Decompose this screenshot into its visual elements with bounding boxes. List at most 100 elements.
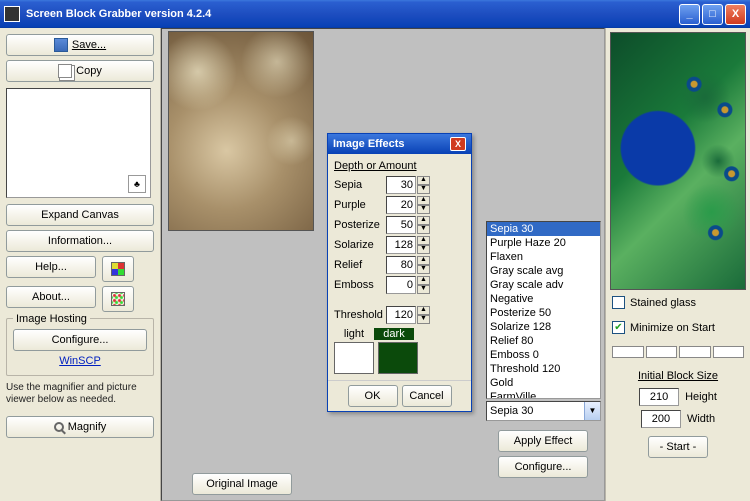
dark-swatch[interactable] (378, 342, 418, 374)
original-image-button[interactable]: Original Image (192, 473, 292, 495)
hosting-legend: Image Hosting (13, 313, 90, 325)
save-button[interactable]: Save... (6, 34, 154, 56)
spin-down[interactable]: ▼ (417, 245, 430, 254)
threshold-input[interactable] (386, 306, 416, 324)
information-button[interactable]: Information... (6, 230, 154, 252)
ok-button[interactable]: OK (348, 385, 398, 407)
effects-listbox[interactable]: Sepia 30Purple Haze 20FlaxenGray scale a… (486, 221, 601, 399)
effect-label: Emboss (334, 279, 386, 291)
list-item[interactable]: FarmVille (487, 390, 600, 399)
winscp-link[interactable]: WinSCP (13, 355, 147, 367)
expand-canvas-button[interactable]: Expand Canvas (6, 204, 154, 226)
spin-down[interactable]: ▼ (417, 205, 430, 214)
spin-up[interactable]: ▲ (417, 196, 430, 205)
preview-handle[interactable]: ♣ (128, 175, 146, 193)
help-button[interactable]: Help... (6, 256, 96, 278)
effect-value-input[interactable] (386, 216, 416, 234)
depth-heading: Depth or Amount (334, 160, 465, 172)
effect-value-input[interactable] (386, 196, 416, 214)
block-size-title: Initial Block Size (610, 370, 746, 382)
sample-image (610, 32, 746, 290)
dark-label: dark (374, 328, 414, 340)
cancel-button[interactable]: Cancel (402, 385, 452, 407)
hosting-configure-button[interactable]: Configure... (13, 329, 147, 351)
list-item[interactable]: Solarize 128 (487, 320, 600, 334)
spin-up[interactable]: ▲ (417, 216, 430, 225)
dialog-close-button[interactable]: X (450, 137, 466, 151)
spin-down[interactable]: ▼ (417, 265, 430, 274)
app-icon (4, 6, 20, 22)
spin-down[interactable]: ▼ (417, 225, 430, 234)
spin-up[interactable]: ▲ (417, 306, 430, 315)
image-effects-dialog: Image Effects X Depth or Amount Sepia▲▼P… (327, 133, 472, 412)
width-label: Width (687, 413, 715, 425)
height-input[interactable] (639, 388, 679, 406)
spin-up[interactable]: ▲ (417, 176, 430, 185)
list-item[interactable]: Gold (487, 376, 600, 390)
spin-up[interactable]: ▲ (417, 276, 430, 285)
working-image (168, 31, 314, 231)
effect-value-input[interactable] (386, 176, 416, 194)
color-palette[interactable] (612, 346, 744, 358)
list-item[interactable]: Threshold 120 (487, 362, 600, 376)
window-title: Screen Block Grabber version 4.2.4 (26, 8, 211, 20)
about-button[interactable]: About... (6, 286, 96, 308)
dialog-titlebar[interactable]: Image Effects X (328, 134, 471, 154)
effect-value-input[interactable] (386, 256, 416, 274)
magnify-icon (54, 422, 64, 432)
effects-configure-button[interactable]: Configure... (498, 456, 588, 478)
effect-value-input[interactable] (386, 276, 416, 294)
stained-glass-checkbox[interactable]: Stained glass (612, 296, 744, 309)
start-button[interactable]: - Start - (648, 436, 708, 458)
height-label: Height (685, 391, 717, 403)
hint-text: Use the magnifier and picture viewer bel… (6, 382, 154, 406)
width-input[interactable] (641, 410, 681, 428)
effects-combo[interactable]: Sepia 30▼ (486, 401, 601, 421)
light-label: light (334, 328, 374, 340)
list-item[interactable]: Negative (487, 292, 600, 306)
close-window-button[interactable]: X (725, 4, 746, 25)
effect-label: Posterize (334, 219, 386, 231)
grid-icon (111, 262, 125, 276)
effect-label: Relief (334, 259, 386, 271)
window-titlebar: Screen Block Grabber version 4.2.4 _ □ X (0, 0, 750, 28)
light-swatch[interactable] (334, 342, 374, 374)
left-panel: Save... Copy ♣ Expand Canvas Information… (0, 28, 161, 501)
spin-up[interactable]: ▲ (417, 256, 430, 265)
checkbox-icon: ✔ (612, 321, 625, 334)
effect-label: Sepia (334, 179, 386, 191)
minimize-on-start-checkbox[interactable]: ✔Minimize on Start (612, 321, 744, 334)
minimize-window-button[interactable]: _ (679, 4, 700, 25)
list-item[interactable]: Sepia 30 (487, 222, 600, 236)
maximize-window-button[interactable]: □ (702, 4, 723, 25)
list-item[interactable]: Posterize 50 (487, 306, 600, 320)
apply-effect-button[interactable]: Apply Effect (498, 430, 588, 452)
list-item[interactable]: Flaxen (487, 250, 600, 264)
spin-down[interactable]: ▼ (417, 315, 430, 324)
copy-label: Copy (76, 65, 102, 77)
list-item[interactable]: Purple Haze 20 (487, 236, 600, 250)
canvas-area: Original Image Image Effects X Depth or … (161, 28, 605, 501)
effect-label: Solarize (334, 239, 386, 251)
dialog-title: Image Effects (333, 138, 405, 150)
grid-tool-button[interactable] (102, 256, 134, 282)
spin-down[interactable]: ▼ (417, 285, 430, 294)
list-item[interactable]: Emboss 0 (487, 348, 600, 362)
list-item[interactable]: Gray scale adv (487, 278, 600, 292)
effect-label: Purple (334, 199, 386, 211)
copy-button[interactable]: Copy (6, 60, 154, 82)
list-item[interactable]: Gray scale avg (487, 264, 600, 278)
spin-up[interactable]: ▲ (417, 236, 430, 245)
combo-dropdown-button[interactable]: ▼ (584, 402, 600, 420)
spin-down[interactable]: ▼ (417, 185, 430, 194)
threshold-label: Threshold (334, 309, 386, 321)
list-item[interactable]: Relief 80 (487, 334, 600, 348)
dots-tool-button[interactable] (102, 286, 134, 312)
save-icon (54, 38, 68, 52)
copy-icon (58, 64, 72, 78)
right-panel: Stained glass ✔Minimize on Start Initial… (605, 28, 750, 501)
image-hosting-group: Image Hosting Configure... WinSCP (6, 318, 154, 376)
save-label: Save... (72, 39, 106, 51)
effect-value-input[interactable] (386, 236, 416, 254)
magnify-button[interactable]: Magnify (6, 416, 154, 438)
